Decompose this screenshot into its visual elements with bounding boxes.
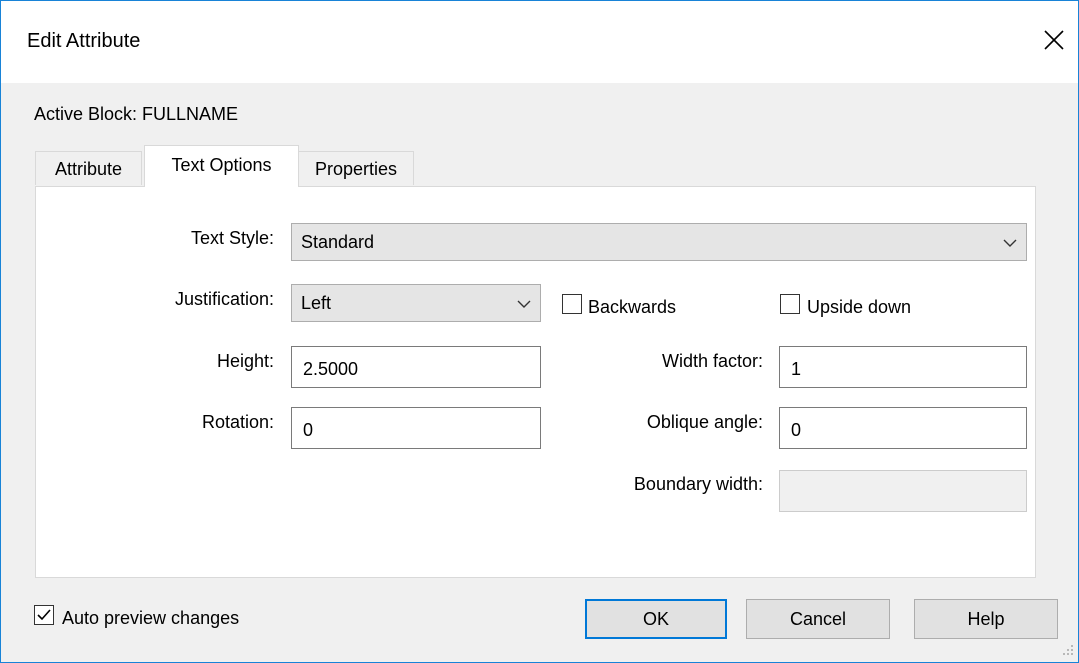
tab-properties-label: Properties bbox=[314, 159, 398, 179]
tab-attribute-label: Attribute bbox=[54, 159, 123, 179]
height-field[interactable]: 2.5000 bbox=[291, 346, 541, 388]
close-icon[interactable] bbox=[1039, 25, 1069, 55]
height-value: 2.5000 bbox=[303, 359, 359, 379]
justification-value: Left bbox=[301, 293, 332, 313]
resize-grip-icon[interactable] bbox=[1059, 641, 1075, 657]
title-bar: Edit Attribute bbox=[1, 1, 1078, 83]
tab-text-options-label: Text Options bbox=[171, 155, 272, 175]
text-style-label: Text Style: bbox=[190, 228, 274, 248]
rotation-label: Rotation: bbox=[201, 412, 274, 432]
ok-button-label: OK bbox=[642, 609, 669, 629]
backwards-checkbox[interactable] bbox=[562, 294, 582, 314]
justification-label: Justification: bbox=[174, 289, 274, 309]
width-factor-value: 1 bbox=[791, 359, 802, 379]
boundary-width-label: Boundary width: bbox=[633, 474, 763, 494]
rotation-field[interactable]: 0 bbox=[291, 407, 541, 449]
upside-down-checkbox[interactable] bbox=[780, 294, 800, 314]
oblique-angle-label: Oblique angle: bbox=[646, 412, 763, 432]
help-button[interactable]: Help bbox=[914, 599, 1058, 639]
tab-properties[interactable]: Properties bbox=[298, 151, 414, 185]
active-block-label: Active Block: FULLNAME bbox=[34, 104, 239, 124]
oblique-angle-value: 0 bbox=[791, 420, 802, 440]
backwards-label[interactable]: Backwards bbox=[588, 297, 676, 318]
chevron-down-icon bbox=[516, 295, 532, 309]
height-label: Height: bbox=[216, 351, 274, 371]
cancel-button-label: Cancel bbox=[789, 609, 847, 629]
auto-preview-label[interactable]: Auto preview changes bbox=[62, 608, 239, 629]
tab-text-options[interactable]: Text Options bbox=[144, 145, 299, 187]
auto-preview-checkbox[interactable] bbox=[34, 605, 54, 625]
ok-button[interactable]: OK bbox=[585, 599, 727, 639]
justification-dropdown[interactable]: Left bbox=[291, 284, 541, 322]
help-button-label: Help bbox=[967, 609, 1005, 629]
width-factor-label: Width factor: bbox=[661, 351, 763, 371]
checkmark-icon bbox=[37, 609, 51, 621]
oblique-angle-field[interactable]: 0 bbox=[779, 407, 1027, 449]
upside-down-label[interactable]: Upside down bbox=[807, 297, 911, 318]
cancel-button[interactable]: Cancel bbox=[746, 599, 890, 639]
tab-attribute[interactable]: Attribute bbox=[35, 151, 142, 185]
chevron-down-icon bbox=[1002, 234, 1018, 248]
boundary-width-field bbox=[779, 470, 1027, 512]
text-style-value: Standard bbox=[301, 232, 375, 252]
text-style-dropdown[interactable]: Standard bbox=[291, 223, 1027, 261]
width-factor-field[interactable]: 1 bbox=[779, 346, 1027, 388]
edit-attribute-dialog: Edit Attribute Active Block: FULLNAME At… bbox=[0, 0, 1079, 663]
rotation-value: 0 bbox=[303, 420, 314, 440]
dialog-title: Edit Attribute bbox=[27, 30, 141, 52]
